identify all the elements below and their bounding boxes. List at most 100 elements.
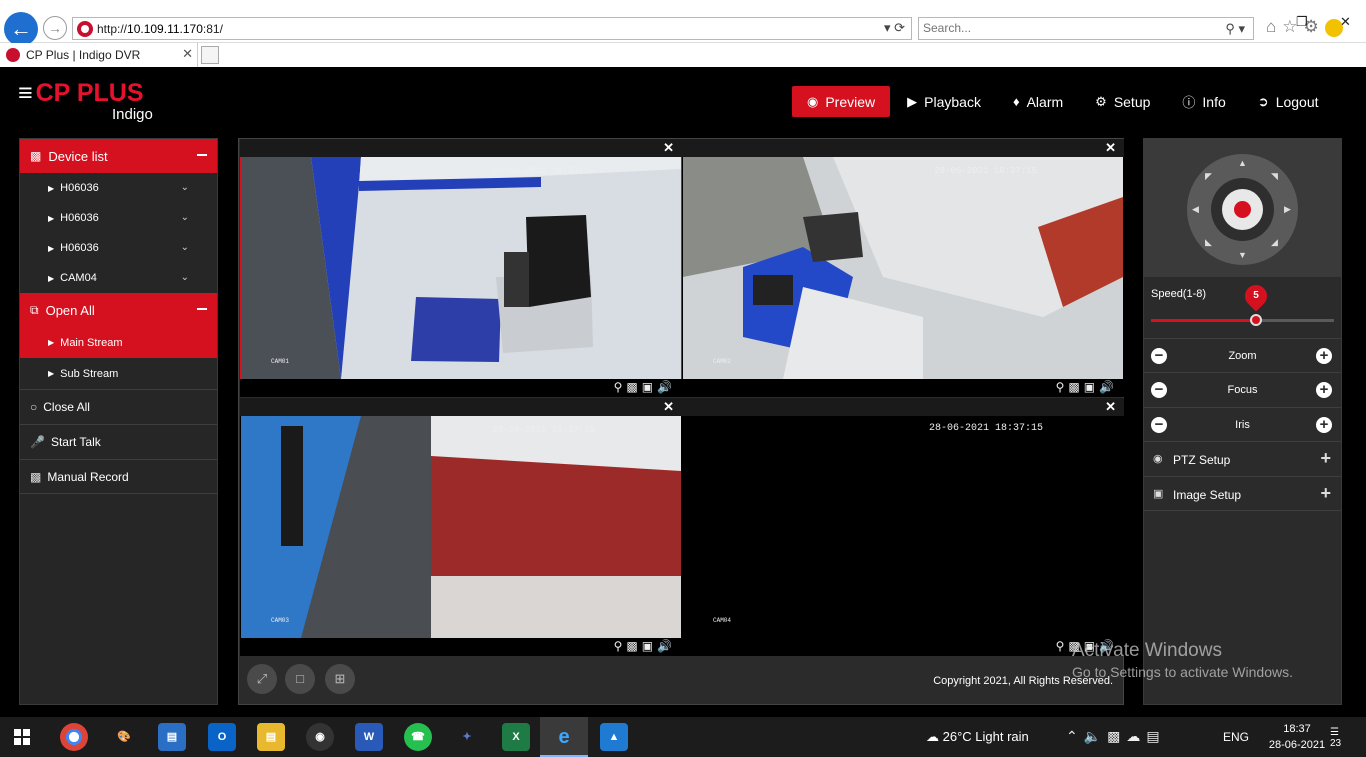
back-arrow-icon[interactable]: ← <box>4 12 38 46</box>
speed-slider-handle[interactable] <box>1250 314 1262 326</box>
snapshot-icon[interactable]: ▣ <box>642 380 657 394</box>
close-icon[interactable]: ✕ <box>663 399 674 415</box>
chevron-down-icon[interactable]: ⌄ <box>181 272 189 283</box>
nav-info[interactable]: ⓘ Info <box>1167 86 1240 117</box>
chevron-up-icon[interactable]: ⌃ <box>1066 728 1084 744</box>
input-language[interactable]: ENG <box>1223 730 1249 744</box>
sub-stream-option[interactable]: ▶ Sub Stream <box>20 358 217 389</box>
clock[interactable]: 18:37 28-06-2021 <box>1262 721 1332 753</box>
tally-icon[interactable]: ✦ <box>453 723 481 751</box>
open-all-header[interactable]: ⧉ Open All <box>20 293 217 327</box>
nav-alarm[interactable]: ♦ Alarm <box>998 86 1078 117</box>
device-item[interactable]: ▶ H06036 ⌄ <box>20 203 217 233</box>
photos-icon[interactable]: ▲ <box>600 723 628 751</box>
quad-view-icon[interactable]: ⊞ <box>325 664 355 694</box>
manual-record-button[interactable]: ▩ Manual Record <box>20 459 217 494</box>
nav-logout[interactable]: ➲ Logout <box>1243 86 1334 117</box>
zoom-in-icon[interactable]: + <box>1316 348 1332 364</box>
nav-playback[interactable]: ▶ Playback <box>892 86 996 117</box>
fullscreen-icon[interactable]: ⤢ <box>247 664 277 694</box>
close-window-icon[interactable]: ✕ <box>1340 14 1357 30</box>
video-tile[interactable]: ✕ 28-06-2021 18:37:15 CAM04 ⚲▩▣🔊 <box>682 398 1124 656</box>
onedrive-icon[interactable]: ☁ <box>1126 728 1146 744</box>
word-icon[interactable]: W <box>355 723 383 751</box>
excel-icon[interactable]: X <box>502 723 530 751</box>
close-icon[interactable]: ✕ <box>1105 140 1116 156</box>
home-icon[interactable]: ⌂ <box>1266 17 1282 36</box>
arrow-left-icon[interactable]: ◀ <box>1192 204 1199 215</box>
tab-close-icon[interactable]: ✕ <box>182 46 193 62</box>
chrome-icon[interactable] <box>60 723 88 751</box>
zoom-in-icon[interactable]: ⚲ <box>614 639 627 653</box>
close-icon[interactable]: ✕ <box>663 140 674 156</box>
arrow-down-left-icon[interactable]: ◣ <box>1205 237 1212 248</box>
expand-plus-icon[interactable]: + <box>1320 448 1331 469</box>
device-item[interactable]: ▶ H06036 ⌄ <box>20 233 217 263</box>
notification-icon[interactable]: ☰ 23 <box>1330 727 1352 749</box>
zoom-in-icon[interactable]: ⚲ <box>614 380 627 394</box>
chevron-down-icon[interactable]: ⌄ <box>181 212 189 223</box>
audio-icon[interactable]: 🔊 <box>1099 380 1118 394</box>
camera-app-icon[interactable]: ◉ <box>306 723 334 751</box>
device-item[interactable]: ▶ H06036 ⌄ <box>20 173 217 203</box>
arrow-up-icon[interactable]: ▲ <box>1238 158 1247 168</box>
device-list-header[interactable]: ▩ Device list <box>20 139 217 173</box>
windows-start-icon[interactable] <box>14 729 30 745</box>
expand-plus-icon[interactable]: + <box>1320 483 1331 504</box>
internet-explorer-icon[interactable]: e <box>550 723 578 751</box>
browser-tab[interactable]: CP Plus | Indigo DVR ✕ <box>0 43 198 67</box>
video-tile[interactable]: ✕ 28-06-2021 18:37:15 CAM02 ⚲▩▣🔊 <box>682 139 1124 397</box>
main-stream-option[interactable]: ▶ Main Stream <box>20 327 217 358</box>
paint-icon[interactable]: 🎨 <box>110 723 138 751</box>
restore-window-icon[interactable]: ❐ <box>1296 14 1314 30</box>
snapshot-icon[interactable]: ▣ <box>642 639 657 653</box>
browser-search-box[interactable]: ⚲ ▾ <box>918 17 1254 40</box>
explorer-window-icon[interactable]: ▤ <box>158 723 186 751</box>
forward-arrow-icon[interactable]: → <box>43 16 67 40</box>
arrow-down-icon[interactable]: ▼ <box>1238 250 1247 260</box>
chevron-down-icon[interactable]: ⌄ <box>181 182 189 193</box>
speed-slider[interactable] <box>1151 314 1334 326</box>
new-tab-button[interactable] <box>201 46 219 64</box>
device-item[interactable]: ▶ CAM04 ⌄ <box>20 263 217 293</box>
snapshot-icon[interactable]: ▣ <box>1084 380 1099 394</box>
image-setup-item[interactable]: ▣ Image Setup + <box>1144 476 1341 511</box>
arrow-up-left-icon[interactable]: ◤ <box>1205 171 1212 182</box>
close-icon[interactable]: ✕ <box>1105 399 1116 415</box>
volume-muted-icon[interactable]: 🔈 <box>1084 728 1107 744</box>
close-all-button[interactable]: ○ Close All <box>20 389 217 424</box>
video-tile[interactable]: ✕ 28-06-2021 18:37:15 CAM01 ⚲▩▣🔊 <box>240 139 682 397</box>
network-icon[interactable]: ▤ <box>1146 728 1165 744</box>
audio-icon[interactable]: 🔊 <box>657 639 676 653</box>
arrow-down-right-icon[interactable]: ◢ <box>1271 237 1278 248</box>
focus-plus-icon[interactable]: + <box>1316 382 1332 398</box>
video-tile[interactable]: ✕ 28-06-2021 18:37:15 CAM03 ⚲▩▣🔊 <box>240 398 682 656</box>
audio-icon[interactable]: 🔊 <box>657 380 676 394</box>
single-view-icon[interactable]: □ <box>285 664 315 694</box>
collapse-icon[interactable] <box>197 154 207 156</box>
record-icon[interactable]: ▩ <box>626 380 641 394</box>
start-talk-button[interactable]: 🎤 Start Talk <box>20 424 217 459</box>
record-icon[interactable]: ▩ <box>626 639 641 653</box>
browser-search-input[interactable] <box>923 21 1203 35</box>
refresh-icon[interactable]: ▾ ⟳ <box>884 20 905 36</box>
nav-preview[interactable]: ◉ Preview <box>792 86 891 117</box>
ptz-direction-wheel[interactable]: ▲ ▼ ◀ ▶ ◤ ◥ ◣ ◢ <box>1187 154 1298 265</box>
arrow-up-right-icon[interactable]: ◥ <box>1271 171 1278 182</box>
nav-setup[interactable]: ⚙ Setup <box>1080 86 1165 117</box>
zoom-in-icon[interactable]: ⚲ <box>1056 380 1069 394</box>
record-icon[interactable]: ▩ <box>1068 380 1083 394</box>
meet-icon[interactable]: ▩ <box>1107 728 1126 744</box>
iris-plus-icon[interactable]: + <box>1316 417 1332 433</box>
file-explorer-icon[interactable]: ▤ <box>257 723 285 751</box>
zoom-in-icon[interactable]: ⚲ <box>1056 639 1069 653</box>
chevron-down-icon[interactable]: ⌄ <box>181 242 189 253</box>
collapse-icon[interactable] <box>197 308 207 310</box>
address-bar[interactable]: http://10.109.11.170:81/ ▾ ⟳ <box>72 17 912 40</box>
ptz-setup-item[interactable]: ◉ PTZ Setup + <box>1144 441 1341 476</box>
whatsapp-icon[interactable]: ☎ <box>404 723 432 751</box>
outlook-icon[interactable]: O <box>208 723 236 751</box>
weather-widget[interactable]: ☁ 26°C Light rain <box>926 729 1029 745</box>
search-icon[interactable]: ⚲ ▾ <box>1225 21 1245 37</box>
arrow-right-icon[interactable]: ▶ <box>1284 204 1291 215</box>
